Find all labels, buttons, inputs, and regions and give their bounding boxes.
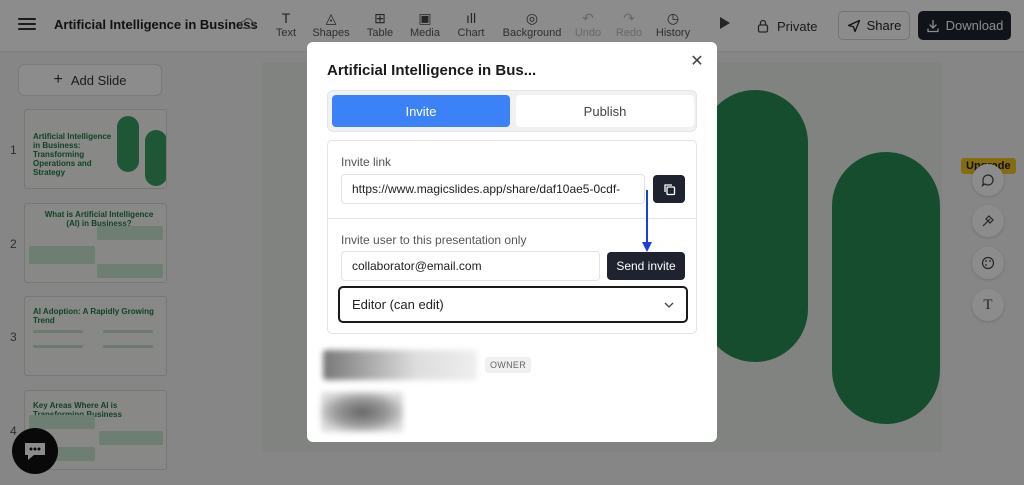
role-select-value: Editor (can edit) (352, 297, 444, 312)
redacted-member-info (323, 350, 477, 380)
chevron-down-icon (664, 302, 674, 308)
member-row-owner: OWNER (323, 350, 531, 380)
close-icon[interactable]: ✕ (689, 54, 705, 70)
tab-invite[interactable]: Invite (332, 95, 510, 127)
role-select[interactable]: Editor (can edit) (338, 286, 688, 323)
copy-icon (663, 183, 675, 195)
email-input[interactable] (341, 251, 600, 281)
owner-badge: OWNER (485, 357, 531, 373)
invite-link-field[interactable]: https://www.magicslides.app/share/daf10a… (341, 174, 645, 204)
dialog-title: Artificial Intelligence in Bus... (327, 62, 537, 79)
share-tabs: Invite Publish (327, 90, 697, 132)
invite-link-label: Invite link (341, 155, 392, 169)
invite-user-label: Invite user to this presentation only (341, 233, 527, 247)
share-dialog: Artificial Intelligence in Bus... ✕ Invi… (307, 42, 717, 442)
copy-link-button[interactable] (653, 175, 685, 203)
section-divider (328, 218, 696, 219)
send-invite-button[interactable]: Send invite (607, 252, 685, 280)
invite-panel: Invite link https://www.magicslides.app/… (327, 140, 697, 334)
redacted-member-info (321, 392, 403, 432)
tab-publish[interactable]: Publish (516, 95, 694, 127)
member-row (321, 392, 403, 432)
